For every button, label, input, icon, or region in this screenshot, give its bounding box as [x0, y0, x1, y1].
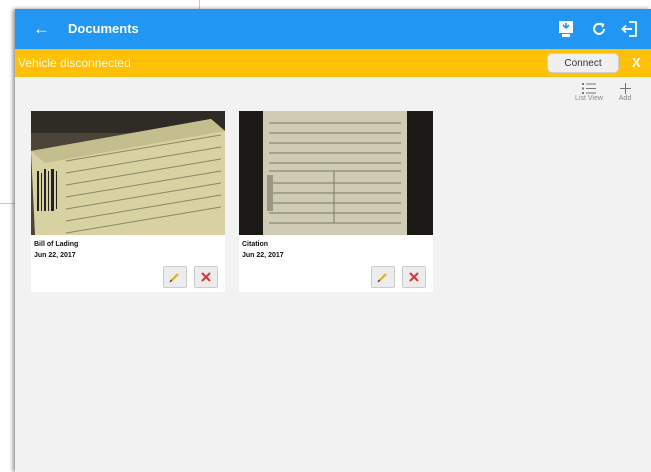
app-window: ← Documents Vehicle disconnected Connect…: [15, 9, 651, 472]
connect-button[interactable]: Connect: [547, 53, 619, 73]
logout-icon[interactable]: [620, 19, 640, 39]
connection-banner: Vehicle disconnected Connect X: [15, 49, 651, 77]
delete-icon: [409, 272, 419, 282]
delete-icon: [201, 272, 211, 282]
document-card[interactable]: Bill of Lading Jun 22, 2017: [31, 111, 225, 292]
document-photo[interactable]: [239, 111, 433, 235]
plus-icon: [619, 83, 631, 94]
list-view-label: List View: [575, 95, 603, 102]
add-button[interactable]: Add: [615, 83, 635, 102]
add-label: Add: [618, 95, 632, 102]
document-name: Citation: [242, 241, 269, 248]
page-title: Documents: [68, 21, 139, 36]
document-date: Jun 22, 2017: [34, 252, 76, 259]
document-date: Jun 22, 2017: [242, 252, 284, 259]
pencil-icon: [169, 273, 179, 283]
back-arrow-icon[interactable]: ←: [33, 19, 50, 39]
document-card[interactable]: Citation Jun 22, 2017: [239, 111, 433, 292]
delete-button[interactable]: [194, 266, 218, 288]
delete-button[interactable]: [402, 266, 426, 288]
list-view-button[interactable]: List View: [574, 83, 604, 102]
document-name: Bill of Lading: [34, 241, 79, 248]
app-bar: ← Documents: [15, 9, 651, 49]
document-photo[interactable]: [31, 111, 225, 235]
refresh-icon[interactable]: [589, 19, 609, 39]
pencil-icon: [377, 273, 387, 283]
edit-button[interactable]: [163, 266, 187, 288]
close-banner-button[interactable]: X: [632, 55, 641, 71]
device-transfer-icon[interactable]: [556, 19, 576, 39]
edit-button[interactable]: [371, 266, 395, 288]
banner-message: Vehicle disconnected: [18, 56, 131, 70]
list-view-icon: [582, 83, 596, 94]
